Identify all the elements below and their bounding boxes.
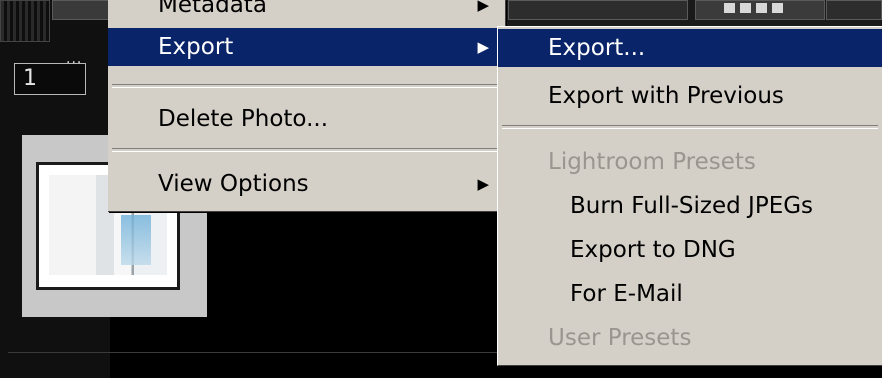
- submenu-arrow-icon: ▶: [477, 38, 489, 56]
- submenu-heading-user-presets: User Presets: [498, 319, 882, 357]
- toolbar-button[interactable]: [508, 0, 688, 20]
- panel-grip[interactable]: [0, 0, 50, 42]
- menu-item-label: View Options: [158, 171, 309, 197]
- submenu-arrow-icon: ▶: [477, 175, 489, 193]
- submenu-item-label: For E-Mail: [570, 281, 683, 307]
- submenu-heading-lightroom-presets: Lightroom Presets: [498, 143, 882, 181]
- submenu-item-burn-full-sized-jpegs[interactable]: Burn Full-Sized JPEGs: [498, 187, 882, 225]
- export-submenu: Export... Export with Previous Lightroom…: [497, 26, 882, 366]
- submenu-item-label: Lightroom Presets: [548, 149, 756, 175]
- submenu-arrow-icon: ▶: [477, 0, 489, 14]
- menu-item-metadata[interactable]: Metadata ▶: [108, 0, 505, 24]
- menu-separator: [112, 148, 501, 152]
- submenu-item-label: Burn Full-Sized JPEGs: [570, 193, 814, 219]
- submenu-item-label: Export...: [548, 35, 646, 61]
- submenu-item-label: Export to DNG: [570, 237, 736, 263]
- submenu-item-export[interactable]: Export...: [498, 29, 882, 67]
- menu-item-label: Export: [158, 34, 234, 60]
- submenu-item-for-email[interactable]: For E-Mail: [498, 275, 882, 313]
- badge-dots: ...: [66, 51, 83, 67]
- menu-item-view-options[interactable]: View Options ▶: [108, 165, 505, 203]
- rating-dots-icon: [724, 3, 786, 13]
- thumbnail-detail: [121, 215, 151, 265]
- context-menu: Metadata ▶ Export ▶ Delete Photo... View…: [108, 0, 506, 212]
- submenu-item-export-with-previous[interactable]: Export with Previous: [498, 77, 882, 115]
- toolbar-button[interactable]: [52, 0, 110, 20]
- menu-item-delete-photo[interactable]: Delete Photo...: [108, 100, 505, 138]
- photo-index-number: 1: [23, 66, 37, 91]
- submenu-item-label: Export with Previous: [548, 83, 784, 109]
- submenu-item-label: User Presets: [548, 325, 692, 351]
- submenu-item-export-to-dng[interactable]: Export to DNG: [498, 231, 882, 269]
- menu-item-label: Metadata: [158, 0, 267, 18]
- menu-item-label: Delete Photo...: [158, 106, 329, 132]
- toolbar-button[interactable]: [826, 0, 882, 20]
- menu-separator: [502, 125, 878, 129]
- menu-item-export[interactable]: Export ▶: [108, 28, 505, 66]
- menu-separator: [112, 84, 501, 88]
- photo-index-badge: 1: [14, 63, 86, 95]
